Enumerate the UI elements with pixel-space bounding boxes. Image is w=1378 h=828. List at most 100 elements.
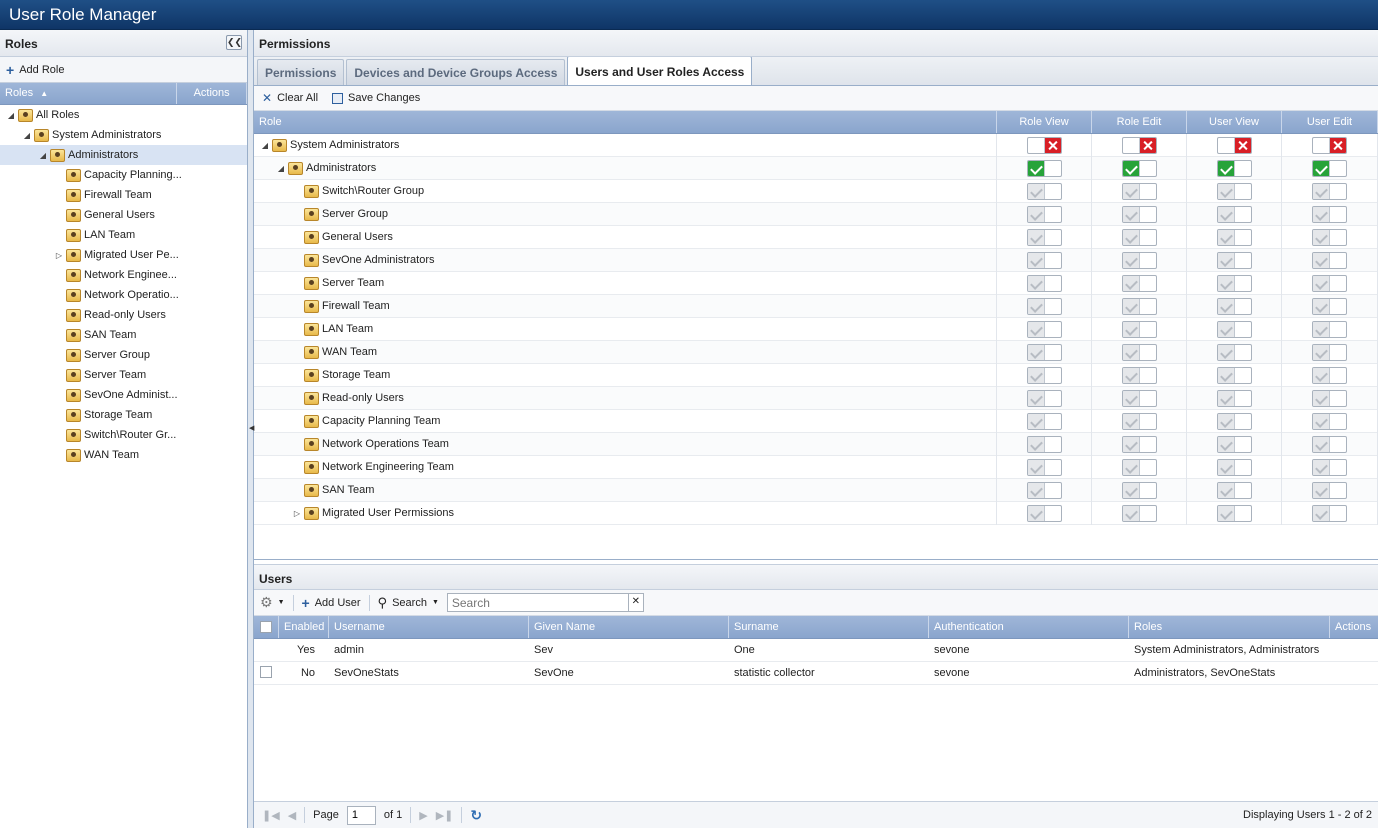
user-select-checkbox[interactable]	[260, 665, 272, 678]
tree-item-network-enginee[interactable]: Network Enginee...	[0, 265, 247, 285]
expanded-arrow-icon[interactable]: ◢	[38, 151, 48, 160]
expanded-arrow-icon[interactable]: ◢	[22, 131, 32, 140]
user-view-toggle[interactable]	[1216, 159, 1252, 177]
role-view-toggle[interactable]	[1026, 205, 1062, 223]
user-view-toggle[interactable]	[1216, 435, 1252, 453]
first-page-icon[interactable]: ❚◀	[262, 809, 280, 822]
tree-item-firewall-team[interactable]: Firewall Team	[0, 185, 247, 205]
tree-item-general-users[interactable]: General Users	[0, 205, 247, 225]
tab-permissions[interactable]: Permissions	[257, 59, 345, 85]
last-page-icon[interactable]: ▶❚	[436, 809, 454, 822]
user-row[interactable]: No SevOneStats SevOne statistic collector se…	[254, 662, 1378, 685]
add-user-button[interactable]: + Add User	[302, 596, 361, 610]
clear-all-button[interactable]: ✕ Clear All	[262, 91, 318, 105]
next-page-icon[interactable]: ▶	[419, 809, 427, 822]
enabled-column-header[interactable]: Enabled	[279, 616, 329, 638]
role-edit-toggle[interactable]	[1121, 274, 1157, 292]
tree-item-sevone-administ[interactable]: SevOne Administ...	[0, 385, 247, 405]
save-changes-button[interactable]: Save Changes	[332, 92, 420, 104]
user-view-toggle[interactable]	[1216, 251, 1252, 269]
role-view-toggle[interactable]	[1026, 297, 1062, 315]
user-edit-toggle[interactable]	[1312, 136, 1347, 154]
expanded-arrow-icon[interactable]: ◢	[6, 111, 16, 120]
user-view-toggle[interactable]	[1216, 343, 1252, 361]
tree-item-server-group[interactable]: Server Group	[0, 345, 247, 365]
role-view-toggle[interactable]	[1026, 412, 1062, 430]
user-edit-toggle[interactable]	[1312, 343, 1347, 361]
select-all-column[interactable]	[254, 616, 279, 638]
user-edit-toggle[interactable]	[1312, 481, 1347, 499]
page-number-input[interactable]	[346, 805, 376, 825]
role-edit-toggle[interactable]	[1121, 458, 1157, 476]
role-view-toggle[interactable]	[1026, 182, 1062, 200]
user-edit-toggle[interactable]	[1312, 458, 1347, 476]
user-view-toggle[interactable]	[1216, 182, 1252, 200]
role-edit-toggle[interactable]	[1121, 366, 1157, 384]
role-column-header[interactable]: Role	[254, 111, 997, 133]
user-edit-toggle[interactable]	[1312, 228, 1347, 246]
role-view-toggle[interactable]	[1026, 366, 1062, 384]
search-menu-button[interactable]: ⚲ Search ▼	[378, 595, 439, 611]
role-view-toggle[interactable]	[1026, 320, 1062, 338]
tree-item-switch-router-gr[interactable]: Switch\Router Gr...	[0, 425, 247, 445]
user-row[interactable]: Yes admin Sev One sevone System Administrator…	[254, 639, 1378, 662]
add-role-button[interactable]: + Add Role	[6, 63, 64, 77]
collapsed-arrow-icon[interactable]: ▷	[54, 251, 64, 260]
expanded-arrow-icon[interactable]: ◢	[276, 164, 286, 173]
given-name-column-header[interactable]: Given Name	[529, 616, 729, 638]
role-view-toggle[interactable]	[1026, 343, 1062, 361]
user-view-toggle[interactable]	[1216, 205, 1252, 223]
user-view-toggle[interactable]	[1216, 458, 1252, 476]
user-edit-toggle[interactable]	[1312, 274, 1347, 292]
role-view-toggle[interactable]	[1026, 251, 1062, 269]
actions-column-header[interactable]: Actions	[1330, 616, 1378, 638]
tree-item-server-team[interactable]: Server Team	[0, 365, 247, 385]
authentication-column-header[interactable]: Authentication	[929, 616, 1129, 638]
role-edit-toggle[interactable]	[1121, 320, 1157, 338]
search-input[interactable]	[446, 593, 629, 612]
tree-item-administrators[interactable]: ◢ Administrators	[0, 145, 247, 165]
collapse-panel-button[interactable]: ❮❮	[226, 35, 242, 50]
user-view-toggle[interactable]	[1216, 366, 1252, 384]
surname-column-header[interactable]: Surname	[729, 616, 929, 638]
role-edit-toggle[interactable]	[1121, 228, 1157, 246]
user-edit-column-header[interactable]: User Edit	[1282, 111, 1378, 133]
role-edit-toggle[interactable]	[1121, 136, 1157, 154]
tree-item-system-administrators[interactable]: ◢ System Administrators	[0, 125, 247, 145]
collapsed-arrow-icon[interactable]: ▷	[292, 509, 302, 518]
tree-item-wan-team[interactable]: WAN Team	[0, 445, 247, 465]
user-view-toggle[interactable]	[1216, 389, 1252, 407]
roles-column-header[interactable]: Roles ▲	[0, 83, 178, 104]
role-edit-column-header[interactable]: Role Edit	[1092, 111, 1187, 133]
role-edit-toggle[interactable]	[1121, 481, 1157, 499]
settings-menu-button[interactable]: ⚙ ▼	[260, 594, 285, 611]
user-edit-toggle[interactable]	[1312, 251, 1347, 269]
role-view-toggle[interactable]	[1026, 458, 1062, 476]
tree-item-storage-team[interactable]: Storage Team	[0, 405, 247, 425]
clear-search-button[interactable]: ✕	[627, 593, 644, 612]
tree-item-all-roles[interactable]: ◢ All Roles	[0, 105, 247, 125]
user-edit-toggle[interactable]	[1312, 435, 1347, 453]
user-edit-toggle[interactable]	[1312, 320, 1347, 338]
role-edit-toggle[interactable]	[1121, 389, 1157, 407]
user-view-toggle[interactable]	[1216, 274, 1252, 292]
user-view-toggle[interactable]	[1216, 412, 1252, 430]
role-view-toggle[interactable]	[1026, 389, 1062, 407]
role-edit-toggle[interactable]	[1121, 504, 1157, 522]
role-edit-toggle[interactable]	[1121, 182, 1157, 200]
role-view-toggle[interactable]	[1026, 435, 1062, 453]
previous-page-icon[interactable]: ◀	[288, 809, 296, 822]
expanded-arrow-icon[interactable]: ◢	[260, 141, 270, 150]
role-edit-toggle[interactable]	[1121, 343, 1157, 361]
role-view-column-header[interactable]: Role View	[997, 111, 1092, 133]
user-edit-toggle[interactable]	[1312, 159, 1347, 177]
select-all-checkbox[interactable]	[260, 621, 272, 633]
user-view-toggle[interactable]	[1216, 228, 1252, 246]
role-edit-toggle[interactable]	[1121, 412, 1157, 430]
user-edit-toggle[interactable]	[1312, 297, 1347, 315]
role-edit-toggle[interactable]	[1121, 297, 1157, 315]
role-edit-toggle[interactable]	[1121, 159, 1157, 177]
refresh-icon[interactable]: ↻	[470, 807, 482, 824]
role-edit-toggle[interactable]	[1121, 251, 1157, 269]
user-view-toggle[interactable]	[1216, 481, 1252, 499]
